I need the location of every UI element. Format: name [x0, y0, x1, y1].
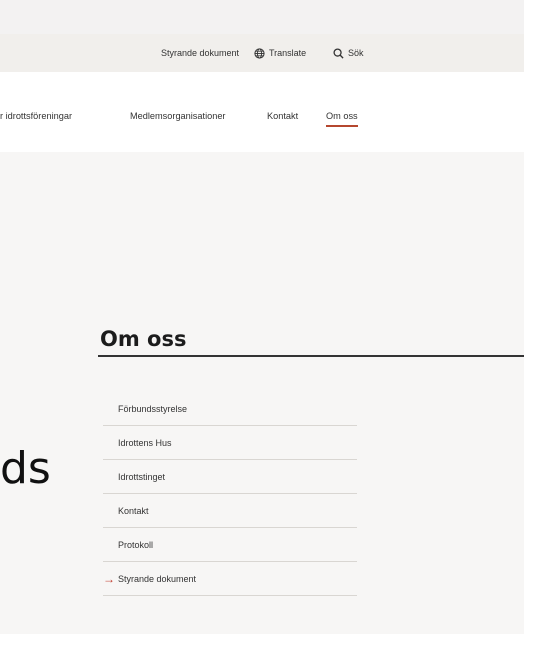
governing-documents-label: Styrande dokument	[161, 48, 240, 58]
side-menu-item-idrottens-hus[interactable]: Idrottens Hus	[103, 426, 357, 460]
side-menu-item-label: Protokoll	[118, 539, 154, 550]
side-menu-item-label: Idrottens Hus	[118, 437, 172, 448]
side-menu-item-protokoll[interactable]: Protokoll	[103, 528, 357, 562]
side-menu-item-idrottstinget[interactable]: Idrottstinget	[103, 460, 357, 494]
globe-icon	[254, 47, 265, 59]
translate-label: Translate	[269, 48, 307, 58]
search-button[interactable]: Sök	[333, 34, 364, 72]
side-menu-item-label: Idrottstinget	[118, 471, 166, 482]
nav-item-idrottsforeningar[interactable]: r idrottsföreningar	[0, 111, 72, 121]
nav-item-medlemsorganisationer[interactable]: Medlemsorganisationer	[130, 111, 226, 121]
side-menu: Förbundsstyrelse Idrottens Hus Idrottsti…	[103, 392, 357, 596]
governing-documents-link[interactable]: Styrande dokument	[161, 34, 239, 72]
main-navigation: r idrottsföreningar Medlemsorganisatione…	[0, 72, 524, 152]
partial-heading: ds	[0, 443, 51, 494]
side-menu-item-forbundsstyrelse[interactable]: Förbundsstyrelse	[103, 392, 357, 426]
side-menu-item-label: Kontakt	[118, 505, 149, 516]
title-divider	[98, 355, 524, 357]
search-label: Sök	[348, 48, 364, 58]
top-strip	[0, 0, 524, 34]
nav-item-om-oss[interactable]: Om oss	[326, 111, 358, 127]
nav-item-kontakt[interactable]: Kontakt	[267, 111, 298, 121]
side-menu-item-kontakt[interactable]: Kontakt	[103, 494, 357, 528]
side-menu-item-styrande-dokument[interactable]: → Styrande dokument	[103, 562, 357, 596]
side-menu-item-label: Förbundsstyrelse	[118, 403, 188, 414]
search-icon	[333, 47, 344, 59]
section-title: Om oss	[100, 327, 187, 351]
translate-button[interactable]: Translate	[254, 34, 306, 72]
arrow-right-icon: →	[103, 571, 115, 586]
side-menu-item-label: Styrande dokument	[118, 573, 197, 584]
utility-bar: Styrande dokument Translate Sök	[0, 34, 524, 72]
